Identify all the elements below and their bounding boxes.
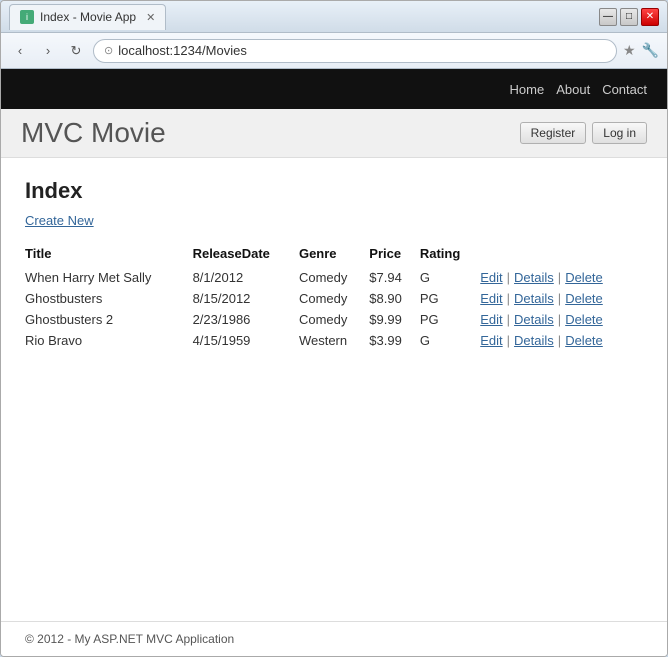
address-bar[interactable]: ⊙ localhost:1234/Movies — [93, 39, 617, 63]
cell-genre: Comedy — [299, 288, 369, 309]
delete-link[interactable]: Delete — [565, 333, 603, 348]
edit-link[interactable]: Edit — [480, 270, 502, 285]
tab-favicon: i — [20, 10, 34, 24]
col-header-title: Title — [25, 242, 193, 267]
edit-link[interactable]: Edit — [480, 312, 502, 327]
separator: | — [558, 291, 561, 306]
cell-genre: Comedy — [299, 267, 369, 288]
cell-genre: Comedy — [299, 309, 369, 330]
cell-actions: Edit | Details | Delete — [480, 330, 643, 351]
tools-button[interactable]: 🔧 — [642, 42, 659, 59]
browser-nav-bar: ‹ › ↻ ⊙ localhost:1234/Movies ★ 🔧 — [1, 33, 667, 69]
cell-releasedate: 8/1/2012 — [193, 267, 299, 288]
col-header-genre: Genre — [299, 242, 369, 267]
address-text: localhost:1234/Movies — [118, 43, 606, 58]
app-footer: © 2012 - My ASP.NET MVC Application — [1, 621, 667, 656]
app-brand: MVC Movie — [21, 117, 166, 149]
movies-table: Title ReleaseDate Genre Price Rating Whe… — [25, 242, 643, 351]
edit-link[interactable]: Edit — [480, 291, 502, 306]
main-content: Index Create New Title ReleaseDate Genre… — [1, 158, 667, 621]
separator: | — [507, 312, 510, 327]
details-link[interactable]: Details — [514, 312, 554, 327]
window-controls: — □ ✕ — [599, 8, 659, 26]
footer-text: © 2012 - My ASP.NET MVC Application — [25, 632, 234, 646]
auth-buttons: Register Log in — [520, 122, 647, 144]
back-button[interactable]: ‹ — [9, 40, 31, 62]
create-new-link[interactable]: Create New — [25, 213, 94, 228]
cell-actions: Edit | Details | Delete — [480, 267, 643, 288]
nav-item-contact[interactable]: Contact — [602, 82, 647, 97]
cell-releasedate: 4/15/1959 — [193, 330, 299, 351]
bookmark-button[interactable]: ★ — [623, 42, 636, 59]
cell-price: $7.94 — [369, 267, 420, 288]
minimize-button[interactable]: — — [599, 8, 617, 26]
cell-title: Ghostbusters — [25, 288, 193, 309]
col-header-actions — [480, 242, 643, 267]
app-subheader: MVC Movie Register Log in — [1, 109, 667, 158]
details-link[interactable]: Details — [514, 291, 554, 306]
cell-rating: PG — [420, 309, 480, 330]
col-header-releasedate: ReleaseDate — [193, 242, 299, 267]
app-nav-links: Home About Contact — [510, 82, 647, 97]
table-row: Ghostbusters 2 2/23/1986 Comedy $9.99 PG… — [25, 309, 643, 330]
refresh-button[interactable]: ↻ — [65, 40, 87, 62]
delete-link[interactable]: Delete — [565, 291, 603, 306]
address-icon: ⊙ — [104, 44, 113, 57]
app-header: Home About Contact — [1, 69, 667, 109]
table-header-row: Title ReleaseDate Genre Price Rating — [25, 242, 643, 267]
cell-genre: Western — [299, 330, 369, 351]
browser-tab[interactable]: i Index - Movie App ✕ — [9, 4, 166, 30]
details-link[interactable]: Details — [514, 270, 554, 285]
col-header-price: Price — [369, 242, 420, 267]
separator: | — [507, 270, 510, 285]
cell-title: Rio Bravo — [25, 330, 193, 351]
delete-link[interactable]: Delete — [565, 312, 603, 327]
app-window: Home About Contact MVC Movie Register Lo… — [1, 69, 667, 656]
cell-price: $3.99 — [369, 330, 420, 351]
register-button[interactable]: Register — [520, 122, 587, 144]
tab-close-button[interactable]: ✕ — [146, 11, 155, 24]
page-title: Index — [25, 178, 643, 204]
cell-rating: PG — [420, 288, 480, 309]
cell-rating: G — [420, 267, 480, 288]
maximize-button[interactable]: □ — [620, 8, 638, 26]
tab-label: Index - Movie App — [40, 10, 136, 24]
cell-rating: G — [420, 330, 480, 351]
cell-title: Ghostbusters 2 — [25, 309, 193, 330]
col-header-rating: Rating — [420, 242, 480, 267]
forward-button[interactable]: › — [37, 40, 59, 62]
separator: | — [507, 333, 510, 348]
edit-link[interactable]: Edit — [480, 333, 502, 348]
cell-title: When Harry Met Sally — [25, 267, 193, 288]
details-link[interactable]: Details — [514, 333, 554, 348]
separator: | — [558, 270, 561, 285]
close-button[interactable]: ✕ — [641, 8, 659, 26]
nav-item-home[interactable]: Home — [510, 82, 545, 97]
table-row: When Harry Met Sally 8/1/2012 Comedy $7.… — [25, 267, 643, 288]
separator: | — [558, 333, 561, 348]
table-row: Ghostbusters 8/15/2012 Comedy $8.90 PG E… — [25, 288, 643, 309]
cell-actions: Edit | Details | Delete — [480, 309, 643, 330]
cell-price: $8.90 — [369, 288, 420, 309]
login-button[interactable]: Log in — [592, 122, 647, 144]
cell-releasedate: 2/23/1986 — [193, 309, 299, 330]
cell-releasedate: 8/15/2012 — [193, 288, 299, 309]
cell-price: $9.99 — [369, 309, 420, 330]
nav-item-about[interactable]: About — [556, 82, 590, 97]
cell-actions: Edit | Details | Delete — [480, 288, 643, 309]
separator: | — [507, 291, 510, 306]
table-row: Rio Bravo 4/15/1959 Western $3.99 G Edit… — [25, 330, 643, 351]
title-bar: i Index - Movie App ✕ — □ ✕ — [1, 1, 667, 33]
separator: | — [558, 312, 561, 327]
delete-link[interactable]: Delete — [565, 270, 603, 285]
